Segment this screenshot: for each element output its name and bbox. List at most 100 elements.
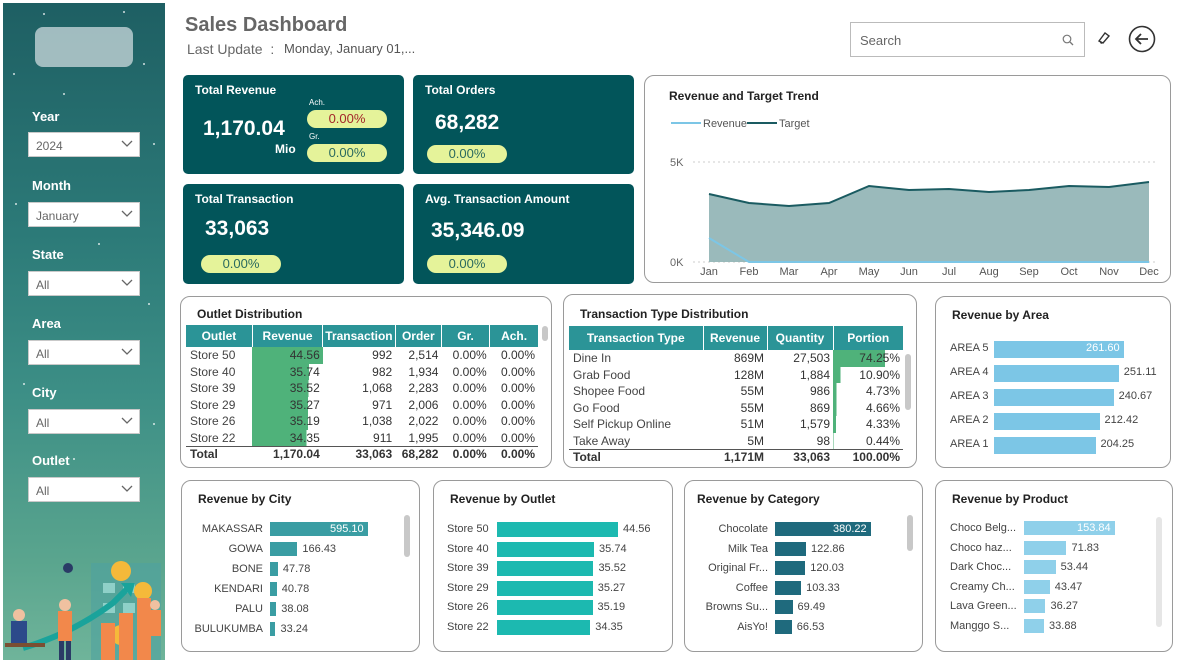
table-row[interactable]: Store 29 35.27 971 2,006 0.00% 0.00% bbox=[186, 396, 538, 413]
product-title: Revenue by Product bbox=[952, 492, 1069, 506]
bar[interactable] bbox=[270, 562, 278, 576]
cell: 33,063 bbox=[355, 447, 393, 462]
bar-value: 35.74 bbox=[599, 542, 627, 555]
bar[interactable] bbox=[497, 561, 594, 576]
kpi-value: 1,170.04 bbox=[203, 117, 285, 140]
bar[interactable] bbox=[270, 542, 298, 556]
filter-label-city: City bbox=[32, 385, 57, 400]
table-row[interactable]: Shopee Food 55M 986 4.73% bbox=[569, 383, 903, 400]
col-header[interactable]: Outlet bbox=[186, 325, 253, 347]
col-header[interactable]: Revenue bbox=[252, 325, 324, 347]
kpi-value: 33,063 bbox=[205, 217, 270, 240]
state-select[interactable]: All bbox=[28, 271, 140, 296]
bar-label: Choco Belg... bbox=[950, 522, 1017, 534]
area-select[interactable]: All bbox=[28, 340, 140, 365]
cell: Dine In bbox=[573, 351, 612, 366]
kpi-unit: Mio bbox=[275, 142, 296, 156]
scrollbar[interactable] bbox=[905, 354, 911, 410]
bar-value: 380.22 bbox=[833, 523, 867, 535]
year-select[interactable]: 2024 bbox=[28, 132, 140, 157]
table-row[interactable]: Store 50 44.56 992 2,514 0.00% 0.00% bbox=[186, 347, 538, 364]
table-row[interactable]: Self Pickup Online 51M 1,579 4.33% bbox=[569, 416, 903, 433]
bar[interactable] bbox=[270, 582, 277, 596]
scrollbar[interactable] bbox=[907, 515, 913, 551]
bar[interactable] bbox=[994, 389, 1114, 406]
bar[interactable] bbox=[270, 622, 276, 636]
cell: 0.00% bbox=[452, 381, 487, 396]
bar[interactable] bbox=[270, 602, 277, 616]
month-select[interactable]: January bbox=[28, 202, 140, 227]
outlet-select[interactable]: All bbox=[28, 477, 140, 502]
table-row[interactable]: Grab Food 128M 1,884 10.90% bbox=[569, 366, 903, 383]
ach-label: Ach. bbox=[309, 98, 326, 107]
table-total-row: Total 1,170.04 33,063 68,282 0.00% 0.00% bbox=[186, 446, 538, 462]
col-header[interactable]: Portion bbox=[833, 326, 903, 350]
bar[interactable] bbox=[1024, 560, 1056, 574]
table-row[interactable]: Store 22 34.35 911 1,995 0.00% 0.00% bbox=[186, 429, 538, 446]
bar[interactable] bbox=[994, 437, 1096, 454]
bar[interactable] bbox=[775, 541, 807, 556]
col-header[interactable]: Order bbox=[395, 325, 442, 347]
cell: Go Food bbox=[573, 400, 620, 415]
bar[interactable] bbox=[497, 580, 593, 596]
bar-value: 204.25 bbox=[1100, 438, 1135, 450]
scrollbar[interactable] bbox=[1156, 517, 1162, 627]
col-header[interactable]: Revenue bbox=[703, 326, 768, 350]
cell: 0.00% bbox=[500, 348, 535, 363]
city-select[interactable]: All bbox=[28, 409, 140, 434]
bar-value: 153.84 bbox=[1077, 522, 1111, 534]
outlet-dist-table: Outlet Revenue Transaction Order Gr. Ach… bbox=[186, 325, 538, 462]
bar[interactable] bbox=[1024, 618, 1045, 633]
bar[interactable] bbox=[497, 619, 591, 635]
back-arrow-icon[interactable] bbox=[1128, 25, 1156, 53]
year-select-value: 2024 bbox=[36, 139, 63, 153]
area-select-value: All bbox=[36, 347, 50, 361]
table-row[interactable]: Store 39 35.52 1,068 2,283 0.00% 0.00% bbox=[186, 380, 538, 397]
col-header[interactable]: Ach. bbox=[490, 325, 538, 347]
cell: 2,022 bbox=[408, 414, 439, 429]
bar[interactable] bbox=[994, 365, 1119, 382]
search-input[interactable]: Search bbox=[850, 22, 1085, 57]
scrollbar[interactable] bbox=[542, 326, 548, 341]
x-tick-feb: Feb bbox=[740, 266, 759, 278]
eraser-icon[interactable] bbox=[1096, 30, 1112, 46]
col-header[interactable]: Gr. bbox=[441, 325, 491, 347]
bar[interactable] bbox=[775, 619, 792, 634]
scrollbar[interactable] bbox=[404, 515, 410, 557]
kpi-value: 68,282 bbox=[435, 111, 500, 134]
bar-value: 34.35 bbox=[595, 620, 623, 633]
table-row[interactable]: Go Food 55M 869 4.66% bbox=[569, 399, 903, 416]
cell: 1,068 bbox=[362, 381, 393, 396]
chevron-down-icon bbox=[121, 210, 133, 217]
portion-cell: 74.25% bbox=[833, 350, 903, 367]
growth-illustration bbox=[5, 561, 161, 660]
bar[interactable] bbox=[1024, 540, 1067, 555]
col-header[interactable]: Quantity bbox=[767, 326, 834, 350]
bar[interactable] bbox=[994, 413, 1100, 430]
bar[interactable] bbox=[1024, 599, 1046, 613]
city-select-value: All bbox=[36, 416, 50, 430]
table-row[interactable]: Take Away 5M 98 0.44% bbox=[569, 432, 903, 449]
bar[interactable] bbox=[497, 600, 593, 615]
bar[interactable] bbox=[775, 561, 806, 575]
target-area bbox=[709, 182, 1149, 262]
chevron-down-icon bbox=[121, 485, 133, 492]
cell: 5M bbox=[747, 433, 764, 448]
table-row[interactable]: Store 40 35.74 982 1,934 0.00% 0.00% bbox=[186, 363, 538, 380]
bar[interactable] bbox=[497, 541, 595, 557]
col-header[interactable]: Transaction Type bbox=[569, 326, 704, 350]
bar-label: AREA 2 bbox=[950, 414, 989, 426]
bar-value: 120.03 bbox=[810, 562, 844, 574]
table-row[interactable]: Dine In 869M 27,503 74.25% bbox=[569, 350, 903, 367]
bar[interactable] bbox=[1024, 579, 1050, 594]
cell: 0.00% bbox=[500, 414, 535, 429]
filter-sidebar: Year 2024 Month January State All Area A… bbox=[3, 3, 165, 660]
cell: 1,170.04 bbox=[273, 447, 320, 462]
col-header[interactable]: Transaction bbox=[322, 325, 396, 347]
bar[interactable] bbox=[775, 580, 802, 595]
bar[interactable] bbox=[497, 522, 618, 537]
bar-label: Store 22 bbox=[447, 620, 489, 633]
bar[interactable] bbox=[775, 600, 793, 614]
chevron-down-icon bbox=[121, 348, 133, 355]
table-row[interactable]: Store 26 35.19 1,038 2,022 0.00% 0.00% bbox=[186, 413, 538, 430]
